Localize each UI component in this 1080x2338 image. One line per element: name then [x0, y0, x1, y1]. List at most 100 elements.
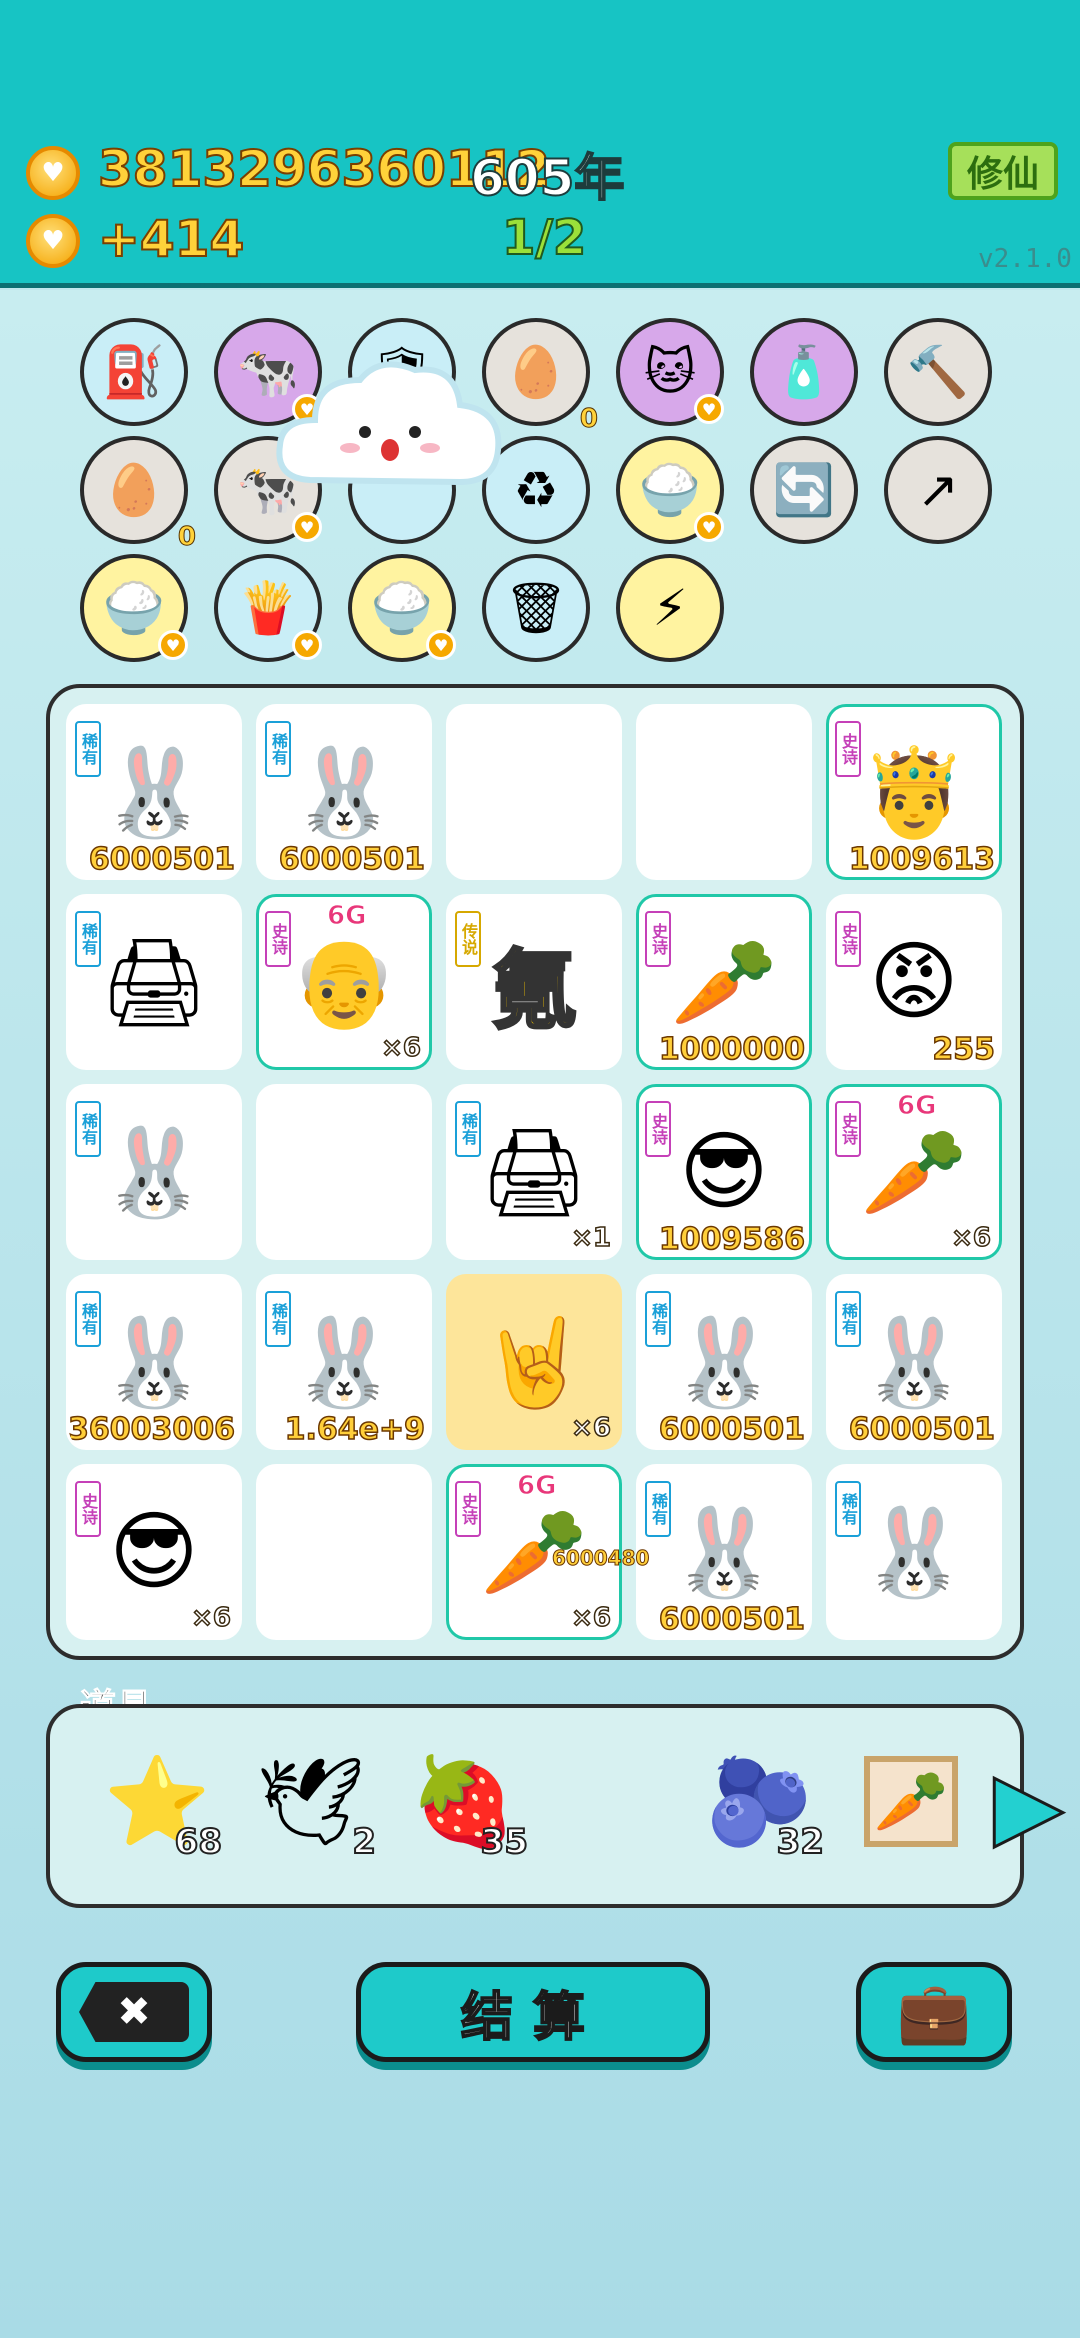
empty-icon: [449, 707, 619, 877]
board-cell[interactable]: 😎 史诗 1009586: [636, 1084, 812, 1260]
rarity-tag: 稀有: [455, 1101, 481, 1157]
tool-count: 0: [579, 404, 598, 435]
bag-button[interactable]: 💼: [856, 1962, 1012, 2062]
tool-slot[interactable]: 🔄: [750, 436, 858, 544]
heart-badge-icon: ♥: [292, 630, 322, 660]
empty-icon: [259, 1087, 429, 1257]
egg-tray-icon: 🥚: [102, 460, 166, 519]
prop-item[interactable]: 🥕: [846, 1726, 976, 1876]
rarity-tag: 稀有: [265, 721, 291, 777]
recycle-bag-icon: ♻: [513, 461, 559, 519]
cell-value: 6000501: [88, 841, 236, 877]
board-cell[interactable]: 🐰 稀有 6000501: [636, 1464, 812, 1640]
rarity-tag: 史诗: [835, 1101, 861, 1157]
board-cell[interactable]: [636, 704, 812, 880]
heart-badge-icon: ♥: [292, 512, 322, 542]
board-cell[interactable]: 🐰 稀有 6000501: [826, 1274, 1002, 1450]
arrow-lightning-icon: ↗: [917, 461, 959, 519]
tool-slot[interactable]: 🥚 0: [80, 436, 197, 553]
rarity-tag: 史诗: [75, 1481, 101, 1537]
board-cell[interactable]: 🖨 稀有: [66, 894, 242, 1070]
board-cell[interactable]: 🐰 稀有 6000501: [256, 704, 432, 880]
tool-slot[interactable]: ⛽: [80, 318, 188, 426]
prop-count: 32: [776, 1821, 825, 1863]
tool-slot[interactable]: 🔨: [884, 318, 992, 426]
rarity-tag: 稀有: [75, 721, 101, 777]
top-bar: ♥ 3813296360112 605年 ♥ +414 1/2 修仙 v2.1.…: [0, 0, 1080, 288]
board-cell[interactable]: 🐰 稀有 6000501: [66, 704, 242, 880]
xiuxian-button[interactable]: 修仙: [948, 142, 1058, 200]
board-cell[interactable]: 👴 史诗 6G ×6: [256, 894, 432, 1070]
heart-badge-icon: ♥: [694, 394, 724, 424]
cell-value: 6000501: [658, 1601, 806, 1637]
rarity-tag: 稀有: [645, 1291, 671, 1347]
board-cell[interactable]: 🤴 史诗 1009613: [826, 704, 1002, 880]
hammer-icon: 🔨: [906, 342, 970, 401]
rarity-tag: 稀有: [265, 1291, 291, 1347]
carrot-frame-icon: 🥕: [863, 1755, 959, 1847]
board-cell[interactable]: 🐰 稀有 1.64e+9: [256, 1274, 432, 1450]
tool-slot[interactable]: 🍟 ♥: [214, 554, 322, 662]
board-cell[interactable]: 🖨 稀有 ×1: [446, 1084, 622, 1260]
cell-multiplier: ×6: [570, 1602, 611, 1634]
board-cell[interactable]: [446, 704, 622, 880]
rarity-tag: 史诗: [265, 911, 291, 967]
heart-badge-icon: ♥: [426, 630, 456, 660]
cloud-mascot-icon[interactable]: [270, 350, 510, 510]
egg-tray-icon: 🥚: [504, 342, 568, 401]
cell-value: 1.64e+9: [284, 1411, 426, 1447]
board-cell[interactable]: 🐰 稀有 6000501: [636, 1274, 812, 1450]
board-cell[interactable]: [256, 1084, 432, 1260]
refresh-lightning-icon: 🔄: [772, 460, 836, 519]
tool-slot[interactable]: 🗑: [482, 554, 590, 662]
empty-icon: [259, 1467, 429, 1637]
cell-multiplier: ×6: [190, 1602, 231, 1634]
board-cell[interactable]: 🐰 稀有: [826, 1464, 1002, 1640]
tool-slot[interactable]: 🐱 ♥: [616, 318, 724, 426]
rice-bowl-icon: 🍚: [102, 578, 166, 637]
cell-value: 1009613: [848, 841, 996, 877]
prop-item[interactable]: 🫐 32: [694, 1726, 825, 1876]
tool-slot[interactable]: 🍚 ♥: [80, 554, 188, 662]
cell-multiplier: ×6: [950, 1222, 991, 1254]
board-cell[interactable]: 😡 史诗 255: [826, 894, 1002, 1070]
tool-slot[interactable]: ⚡: [616, 554, 724, 662]
trash-bag-icon: 🗑: [504, 578, 568, 637]
cell-value: 36003006: [68, 1411, 236, 1447]
tool-slot[interactable]: 🧴: [750, 318, 858, 426]
settle-button[interactable]: 结算: [356, 1962, 710, 2062]
tool-slot[interactable]: 🍚 ♥: [348, 554, 456, 662]
cell-value: 255: [932, 1031, 996, 1067]
tool-count: 0: [177, 522, 196, 553]
spray-bottle-icon: 🧴: [772, 342, 836, 401]
rarity-tag: 稀有: [835, 1291, 861, 1347]
year-text: 605年: [469, 148, 625, 208]
tool-slot[interactable]: 🍚 ♥: [616, 436, 724, 544]
prop-count: 68: [174, 1821, 223, 1863]
level-badge: 6G: [516, 1471, 557, 1502]
cell-value: 1009586: [658, 1221, 806, 1257]
board-cell[interactable]: 氪传说: [446, 894, 622, 1070]
prop-item[interactable]: 🕊 2: [246, 1726, 377, 1876]
board-cell[interactable]: 🤘 ×6: [446, 1274, 622, 1450]
board-cell[interactable]: 🥕 史诗 1000000: [636, 894, 812, 1070]
board-cell[interactable]: 😎 史诗 ×6: [66, 1464, 242, 1640]
close-icon: ✖: [79, 1982, 189, 2042]
prop-item[interactable]: 🍓 35: [398, 1726, 529, 1876]
coin-icon: ♥: [26, 146, 80, 200]
prop-item[interactable]: ⭐ 68: [92, 1726, 223, 1876]
coin-rate-icon: ♥: [26, 214, 80, 268]
heart-badge-icon: ♥: [694, 512, 724, 542]
board-cell[interactable]: 🥕 史诗 6G ×6: [826, 1084, 1002, 1260]
lightning-icon: ⚡: [652, 579, 688, 637]
close-button[interactable]: ✖: [56, 1962, 212, 2062]
board-cell[interactable]: 🐰 稀有: [66, 1084, 242, 1260]
prop-count: 35: [480, 1821, 529, 1863]
cell-value: 1000000: [658, 1031, 806, 1067]
board-cell[interactable]: 🐰 稀有 36003006: [66, 1274, 242, 1450]
props-next-arrow-icon[interactable]: ▶: [993, 1754, 1065, 1857]
board-cell[interactable]: [256, 1464, 432, 1640]
cell-value: 6000501: [658, 1411, 806, 1447]
cell-multiplier: ×6: [380, 1032, 421, 1064]
tool-slot[interactable]: ↗: [884, 436, 992, 544]
